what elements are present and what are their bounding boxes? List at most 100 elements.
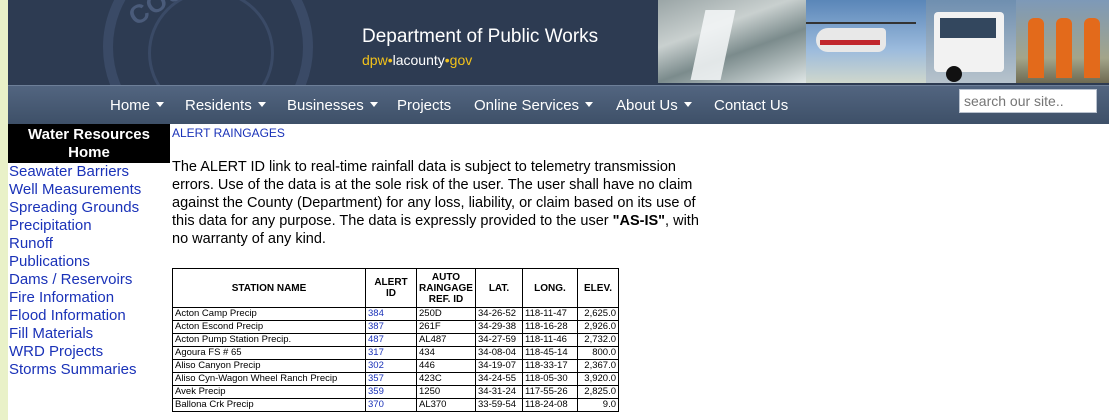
alert-id-link[interactable]: 370 [368, 399, 384, 410]
latitude-cell: 34-27-59 [475, 333, 523, 347]
header-auto-line: RAINGAGE [419, 282, 473, 294]
worker-figure [1084, 18, 1100, 78]
sidebar-link-spreading-grounds[interactable]: Spreading Grounds [8, 199, 170, 217]
url-prefix: dpw [362, 52, 388, 68]
sidebar: Water Resources Home Seawater Barriers W… [8, 124, 170, 420]
nav-about-us[interactable]: About Us [616, 97, 692, 114]
elevation-cell: 800.0 [577, 346, 619, 360]
url-middle: lacounty [392, 52, 445, 68]
auto-raingage-ref-cell: 446 [416, 359, 476, 373]
nav-about-us-label: About Us [616, 97, 678, 114]
chevron-down-icon [257, 101, 266, 107]
elevation-cell: 3,920.0 [577, 372, 619, 386]
dam-spillway-photo [658, 0, 806, 83]
elevation-cell: 2,367.0 [577, 359, 619, 373]
nav-online-services[interactable]: Online Services [474, 97, 594, 114]
alert-id-link[interactable]: 357 [368, 373, 384, 384]
elevation-cell: 2,926.0 [577, 320, 619, 334]
workers-photo [1016, 0, 1109, 83]
sidebar-link-fire-information[interactable]: Fire Information [8, 289, 170, 307]
auto-raingage-ref-cell: 434 [416, 346, 476, 360]
alert-id-link[interactable]: 487 [368, 334, 384, 345]
nav-online-services-label: Online Services [474, 97, 580, 114]
elevation-cell: 2,825.0 [577, 385, 619, 399]
table-row: Ballona Crk Precip 370 AL370 33-59-54 118-24… [172, 398, 619, 412]
sidebar-link-runoff[interactable]: Runoff [8, 235, 170, 253]
chevron-down-icon [156, 101, 165, 107]
nav-residents-label: Residents [185, 97, 252, 114]
department-title: Department of Public Works [362, 26, 599, 47]
station-name-cell: Acton Pump Station Precip. [172, 333, 366, 347]
nav-projects[interactable]: Projects [397, 97, 451, 114]
alert-id-link[interactable]: 384 [368, 308, 384, 319]
table-row: Agoura FS # 65 317 434 34-08-04 118-45-14 800… [172, 346, 619, 360]
alert-id-cell: 317 [365, 346, 417, 360]
auto-raingage-ref-cell: AL487 [416, 333, 476, 347]
worker-figure [1028, 18, 1044, 78]
sidebar-link-storms-summaries[interactable]: Storms Summaries [8, 361, 170, 379]
longitude-cell: 118-24-08 [522, 398, 578, 412]
main-navigation: Home Residents Businesses Projects Onlin… [8, 85, 1109, 124]
longitude-cell: 118-05-30 [522, 372, 578, 386]
alert-id-cell: 387 [365, 320, 417, 334]
helicopter-stripe [820, 40, 880, 45]
elevation-cell: 2,732.0 [577, 333, 619, 347]
latitude-cell: 34-24-55 [475, 372, 523, 386]
table-row: Avek Precip 359 1250 34-31-24 117-55-26 2,825… [172, 385, 619, 399]
search-input[interactable] [959, 89, 1097, 113]
sidebar-link-seawater-barriers[interactable]: Seawater Barriers [8, 163, 170, 181]
nav-residents[interactable]: Residents [185, 97, 266, 114]
sidebar-link-dams-reservoirs[interactable]: Dams / Reservoirs [8, 271, 170, 289]
helicopter-photo [806, 0, 926, 83]
elevation-cell: 2,625.0 [577, 307, 619, 321]
longitude-cell: 118-16-28 [522, 320, 578, 334]
site-header: COUNTY OF LOS ANGELES Department of Publ… [8, 0, 1109, 85]
table-row: Acton Camp Precip 384 250D 34-26-52 118-11-4… [172, 307, 619, 321]
alert-id-cell: 359 [365, 385, 417, 399]
alert-id-link[interactable]: 302 [368, 360, 384, 371]
longitude-cell: 117-55-26 [522, 385, 578, 399]
alert-raingages-heading[interactable]: ALERT RAINGAGES [172, 126, 732, 140]
nav-businesses[interactable]: Businesses [287, 97, 378, 114]
sidebar-link-publications[interactable]: Publications [8, 253, 170, 271]
station-name-cell: Aliso Canyon Precip [172, 359, 366, 373]
header-auto-line: REF. ID [428, 293, 464, 305]
department-url[interactable]: dpw•lacounty•gov [362, 52, 472, 68]
longitude-cell: 118-11-47 [522, 307, 578, 321]
station-name-cell: Acton Camp Precip [172, 307, 366, 321]
station-name-cell: Agoura FS # 65 [172, 346, 366, 360]
sidebar-link-well-measurements[interactable]: Well Measurements [8, 181, 170, 199]
nav-home-label: Home [110, 97, 151, 114]
header-lat: LAT. [475, 268, 523, 308]
nav-home[interactable]: Home [110, 97, 165, 114]
sidebar-link-flood-information[interactable]: Flood Information [8, 307, 170, 325]
helicopter-rotor [806, 22, 916, 24]
longitude-cell: 118-45-14 [522, 346, 578, 360]
latitude-cell: 34-19-07 [475, 359, 523, 373]
header-station-name: STATION NAME [172, 268, 366, 308]
alert-id-cell: 302 [365, 359, 417, 373]
header-alert-id: ALERT ID [365, 268, 417, 308]
truck-window [940, 18, 996, 38]
sidebar-link-wrd-projects[interactable]: WRD Projects [8, 343, 170, 361]
table-row: Aliso Cyn-Wagon Wheel Ranch Precip 357 423… [172, 372, 619, 386]
station-name-cell: Aliso Cyn-Wagon Wheel Ranch Precip [172, 372, 366, 386]
table-row: Aliso Canyon Precip 302 446 34-19-07 118-33-… [172, 359, 619, 373]
alert-id-link[interactable]: 359 [368, 386, 384, 397]
elevation-cell: 9.0 [577, 398, 619, 412]
alert-id-cell: 384 [365, 307, 417, 321]
main-content: ALERT RAINGAGES The ALERT ID link to rea… [172, 124, 732, 248]
sidebar-title-water-resources-home[interactable]: Water Resources Home [8, 124, 170, 163]
sidebar-link-fill-materials[interactable]: Fill Materials [8, 325, 170, 343]
truck-photo [926, 0, 1016, 83]
alert-id-link[interactable]: 317 [368, 347, 384, 358]
auto-raingage-ref-cell: 250D [416, 307, 476, 321]
nav-contact-us[interactable]: Contact Us [714, 97, 788, 114]
disclaimer-text: The ALERT ID link to real-time rainfall … [172, 158, 717, 248]
chevron-down-icon [585, 101, 594, 107]
station-name-cell: Avek Precip [172, 385, 366, 399]
header-photo-banner [658, 0, 1109, 83]
alert-id-cell: 487 [365, 333, 417, 347]
alert-id-link[interactable]: 387 [368, 321, 384, 332]
sidebar-link-precipitation[interactable]: Precipitation [8, 217, 170, 235]
